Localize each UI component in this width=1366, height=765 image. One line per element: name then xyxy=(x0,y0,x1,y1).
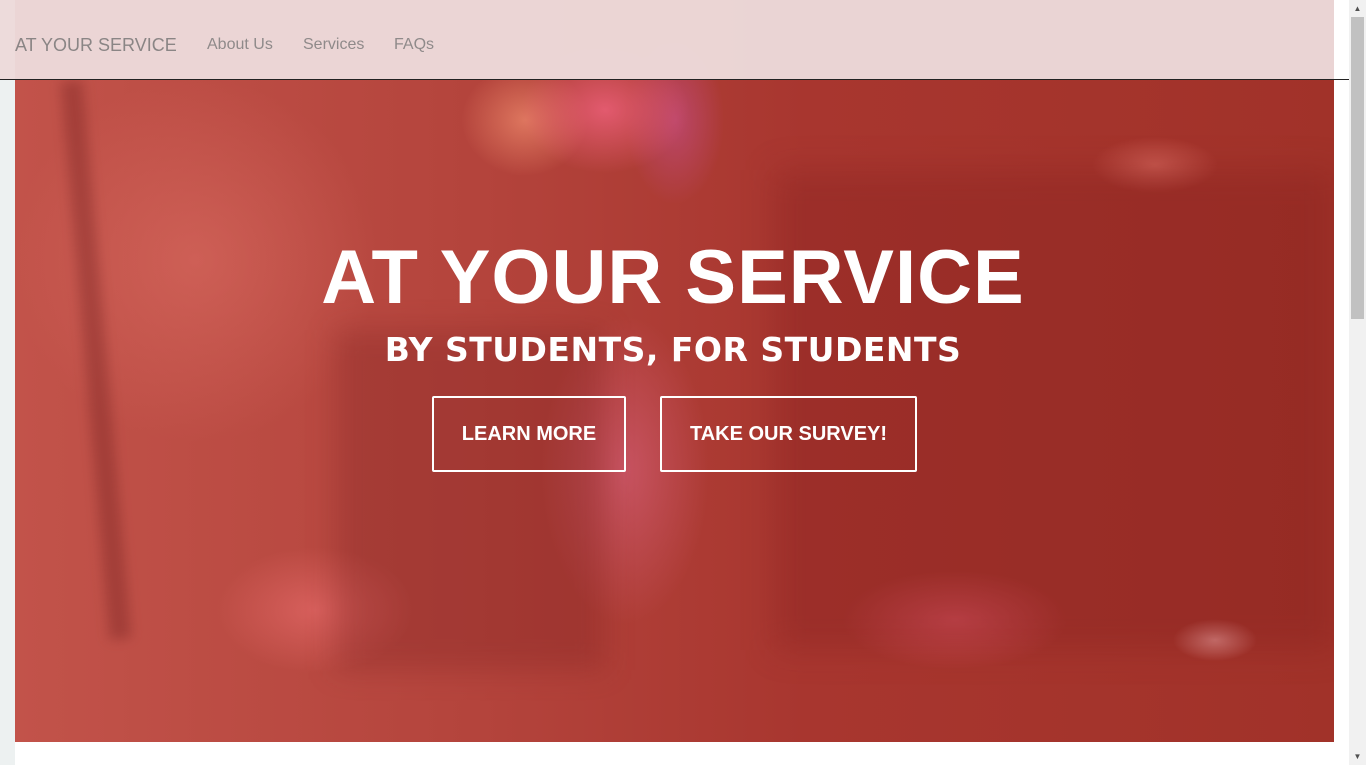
nav-link-services[interactable]: Services xyxy=(303,35,364,55)
hero-title: AT YOUR SERVICE xyxy=(321,235,1025,320)
nav-link-about-us[interactable]: About Us xyxy=(207,35,273,55)
top-navbar: AT YOUR SERVICE About Us Services FAQs xyxy=(0,0,1349,80)
brand-link[interactable]: AT YOUR SERVICE xyxy=(15,34,177,56)
page: AT YOUR SERVICE BY STUDENTS, FOR STUDENT… xyxy=(0,0,1349,765)
hero-subtitle: BY STUDENTS, FOR STUDENTS xyxy=(384,330,962,369)
nav-link-faqs[interactable]: FAQs xyxy=(394,35,434,55)
take-survey-button[interactable]: TAKE OUR SURVEY! xyxy=(660,396,917,472)
scroll-up-arrow-icon[interactable]: ▲ xyxy=(1349,0,1366,17)
scroll-down-arrow-icon[interactable]: ▼ xyxy=(1349,748,1366,765)
scrollbar-thumb[interactable] xyxy=(1351,17,1364,319)
left-gutter xyxy=(0,80,15,765)
vertical-scrollbar[interactable]: ▲ ▼ xyxy=(1349,0,1366,765)
navbar-right-edge xyxy=(1334,0,1349,79)
hero-section: AT YOUR SERVICE BY STUDENTS, FOR STUDENT… xyxy=(15,0,1334,742)
right-gutter xyxy=(1334,0,1349,765)
learn-more-button[interactable]: LEARN MORE xyxy=(432,396,626,472)
hero-content: AT YOUR SERVICE BY STUDENTS, FOR STUDENT… xyxy=(15,0,1334,742)
